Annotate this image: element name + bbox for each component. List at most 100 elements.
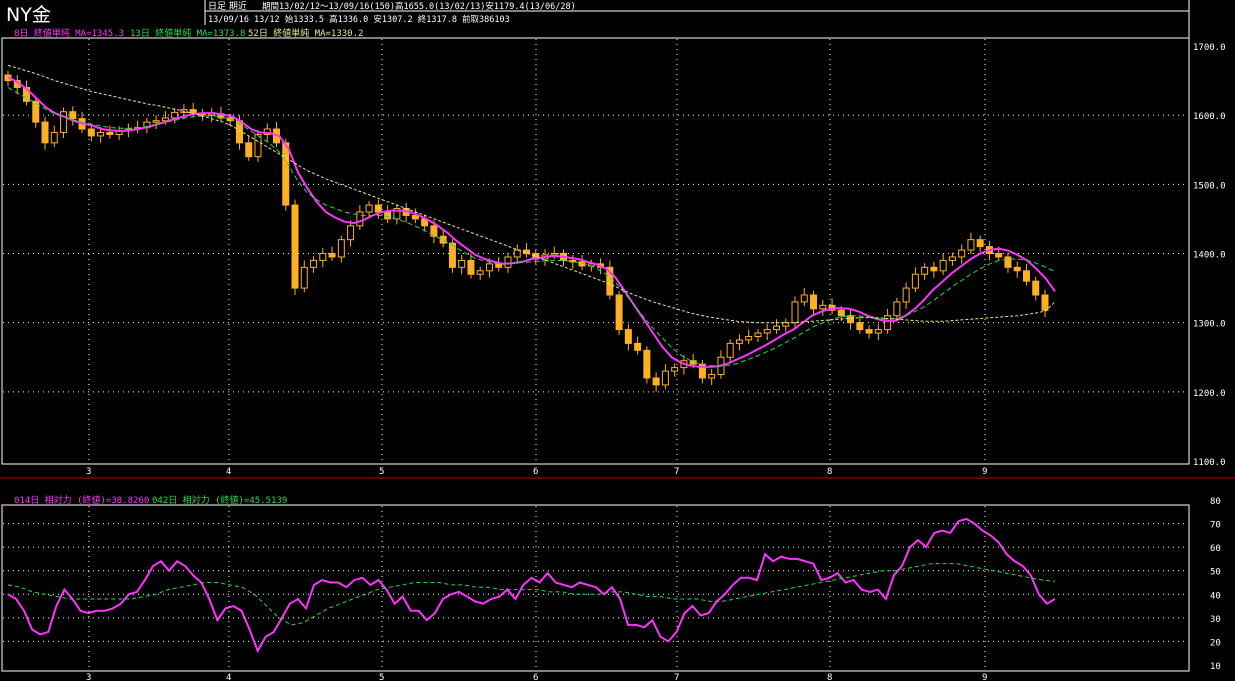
candle-body xyxy=(911,273,919,289)
price-xtick-label: 9 xyxy=(982,467,987,477)
price-ytick-label: 1700.0 xyxy=(1193,43,1226,53)
rsi-xtick-label: 8 xyxy=(827,673,832,681)
candle-body xyxy=(1022,270,1030,282)
candle-body xyxy=(967,239,975,251)
candle-body xyxy=(671,367,679,372)
candle-body xyxy=(810,294,818,310)
rsi-ytick-label: 40 xyxy=(1210,591,1221,601)
candle-body xyxy=(874,329,882,334)
candle-body xyxy=(282,142,290,206)
candle-body xyxy=(856,322,864,331)
candle-body xyxy=(893,301,901,317)
rsi-grid: 80 70 60 50 40 30 20 10 3 4 5 6 7 8 9 xyxy=(3,497,1221,681)
candle-body xyxy=(1041,294,1049,311)
candle-body xyxy=(939,259,947,272)
candle-body xyxy=(958,249,966,258)
rsi-ytick-label: 80 xyxy=(1210,497,1221,507)
candle-body xyxy=(800,294,808,303)
candle-body xyxy=(50,131,58,144)
candle-body xyxy=(69,111,77,120)
candle-body xyxy=(884,315,892,331)
candle-body xyxy=(837,309,845,317)
moving-averages xyxy=(7,64,1056,368)
candle-body xyxy=(411,214,419,220)
rsi-xtick-label: 5 xyxy=(379,673,384,681)
price-xtick-label: 7 xyxy=(674,467,679,477)
price-ytick-label: 1300.0 xyxy=(1193,320,1226,330)
header-info-line1: 期間13/02/12～13/09/16(150)高1655.0(13/02/13… xyxy=(262,1,576,12)
candle-body xyxy=(374,204,382,213)
candle-body xyxy=(310,259,318,268)
price-xtick-label: 8 xyxy=(827,467,832,477)
candle-body xyxy=(847,315,855,324)
rsi-ytick-label: 70 xyxy=(1210,521,1221,531)
rsi-ytick-label: 60 xyxy=(1210,544,1221,554)
candle-body xyxy=(41,121,49,144)
rsi-line-1 xyxy=(7,517,1056,654)
price-xtick-label: 4 xyxy=(226,467,231,477)
candle-body xyxy=(1004,256,1012,268)
price-ytick-label: 1200.0 xyxy=(1193,389,1226,399)
candle-body xyxy=(819,304,827,310)
candle-body xyxy=(189,109,197,114)
candle-body xyxy=(384,211,392,220)
candle-body xyxy=(485,263,493,272)
candle-body xyxy=(365,204,373,213)
candle-body xyxy=(643,349,651,379)
rsi-xtick-label: 6 xyxy=(533,673,538,681)
candlesticks xyxy=(4,70,1049,392)
candle-body xyxy=(171,111,179,119)
rsi-line-2 xyxy=(7,563,1056,626)
candle-body xyxy=(97,131,105,137)
candle-body xyxy=(319,253,327,261)
candle-body xyxy=(550,253,558,256)
rsi-ytick-label: 10 xyxy=(1210,662,1221,672)
candle-body xyxy=(930,266,938,272)
candle-body xyxy=(791,301,799,324)
rsi-ytick-label: 30 xyxy=(1210,615,1221,625)
candle-body xyxy=(347,225,355,241)
legend-ma13: 13日 終値単純 MA=1373.8 xyxy=(130,27,245,39)
candle-body xyxy=(745,336,753,341)
price-ytick-label: 1500.0 xyxy=(1193,181,1226,191)
candle-body xyxy=(1032,280,1040,296)
candle-body xyxy=(754,332,762,337)
price-ytick-label: 1100.0 xyxy=(1193,458,1226,468)
rsi-xtick-label: 9 xyxy=(982,673,987,681)
price-ytick-label: 1600.0 xyxy=(1193,112,1226,122)
price-ytick-label: 1400.0 xyxy=(1193,251,1226,261)
candle-body xyxy=(948,256,956,261)
candle-body xyxy=(300,266,308,289)
price-xtick-label: 3 xyxy=(86,467,91,477)
candle-body xyxy=(624,329,632,344)
candle-body xyxy=(661,370,669,386)
rsi-ytick-label: 50 xyxy=(1210,568,1221,578)
candle-body xyxy=(726,342,734,358)
candle-body xyxy=(337,239,345,258)
rsi-ytick-label: 20 xyxy=(1210,638,1221,648)
candle-body xyxy=(458,259,466,268)
candle-body xyxy=(476,270,484,275)
candle-body xyxy=(1013,266,1021,272)
candle-body xyxy=(865,329,873,334)
rsi-lines xyxy=(7,517,1056,654)
candle-body xyxy=(504,256,512,268)
candle-body xyxy=(763,329,771,334)
header-info-line2: 13/09/16 13/12 始1333.5 高1336.0 安1307.2 終… xyxy=(208,14,510,25)
rsi-xtick-label: 4 xyxy=(226,673,231,681)
candle-body xyxy=(995,253,1003,258)
candle-body xyxy=(291,204,299,289)
price-grid: 1700.0 1600.0 1500.0 1400.0 1300.0 1200.0 1100… xyxy=(3,39,1226,477)
candle-body xyxy=(513,249,521,258)
rsi-xtick-label: 3 xyxy=(86,673,91,681)
ma-line-2 xyxy=(7,87,1056,367)
candle-body xyxy=(772,325,780,331)
rsi-xtick-label: 7 xyxy=(674,673,679,681)
candle-body xyxy=(615,294,623,331)
chart-svg: NY金 日足 期近 期間13/02/12～13/09/16(150)高1655.… xyxy=(0,0,1235,681)
price-xtick-label: 5 xyxy=(379,467,384,477)
candle-body xyxy=(152,120,160,123)
candle-body xyxy=(439,235,447,244)
candle-body xyxy=(328,253,336,258)
candle-body xyxy=(708,374,716,379)
